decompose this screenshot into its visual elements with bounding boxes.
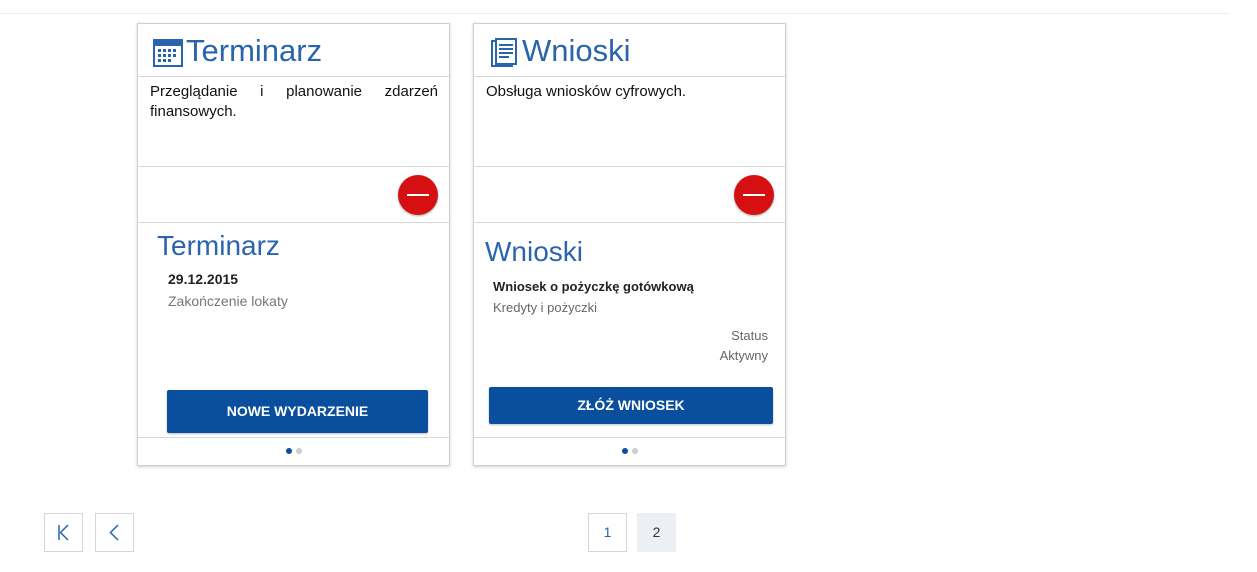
carousel-dots bbox=[474, 448, 785, 454]
request-name: Wniosek o pożyczkę gotówkową bbox=[493, 279, 694, 294]
carousel-dot[interactable] bbox=[621, 448, 628, 454]
card-header: Terminarz bbox=[138, 24, 449, 77]
terminarz-card: Terminarz Przeglądanie i planowanie zdar… bbox=[137, 23, 450, 466]
card-title: Wnioski bbox=[522, 33, 631, 68]
event-date: 29.12.2015 bbox=[168, 271, 239, 287]
chevron-left-icon bbox=[109, 524, 119, 541]
document-form-icon bbox=[491, 38, 517, 67]
remove-widget-button[interactable] bbox=[398, 175, 438, 215]
card-header: Wnioski bbox=[474, 24, 785, 77]
calendar-icon bbox=[153, 39, 183, 67]
card-action-bar bbox=[474, 166, 785, 223]
wnioski-card: Wnioski Obsługa wniosków cyfrowych. Wnio… bbox=[473, 23, 786, 466]
first-page-button[interactable] bbox=[44, 513, 83, 552]
event-description: Zakończenie lokaty bbox=[168, 293, 288, 309]
status-value: Aktywny bbox=[719, 348, 768, 363]
submit-request-button[interactable]: ZŁÓŻ WNIOSEK bbox=[489, 387, 773, 424]
card-footer bbox=[474, 437, 785, 465]
carousel-dot[interactable] bbox=[631, 448, 638, 454]
top-divider bbox=[0, 13, 1230, 14]
carousel-dot[interactable] bbox=[295, 448, 302, 454]
first-page-icon bbox=[58, 524, 69, 541]
widget-title: Terminarz bbox=[157, 230, 280, 261]
carousel-dots bbox=[138, 448, 449, 454]
carousel-dot[interactable] bbox=[285, 448, 292, 454]
page-1-button[interactable]: 1 bbox=[588, 513, 627, 552]
remove-widget-button[interactable] bbox=[734, 175, 774, 215]
request-category: Kredyty i pożyczki bbox=[493, 300, 598, 315]
card-description: Przeglądanie i planowanie zdarzeń finans… bbox=[150, 83, 438, 120]
card-action-bar bbox=[138, 166, 449, 223]
page-2-button[interactable]: 2 bbox=[637, 513, 676, 552]
widget-title: Wnioski bbox=[485, 236, 584, 267]
card-footer bbox=[138, 437, 449, 465]
card-title: Terminarz bbox=[186, 33, 323, 68]
new-event-button[interactable]: NOWE WYDARZENIE bbox=[167, 390, 428, 433]
previous-page-button[interactable] bbox=[95, 513, 134, 552]
status-label: Status bbox=[731, 328, 768, 343]
card-description: Obsługa wniosków cyfrowych. bbox=[486, 83, 687, 100]
